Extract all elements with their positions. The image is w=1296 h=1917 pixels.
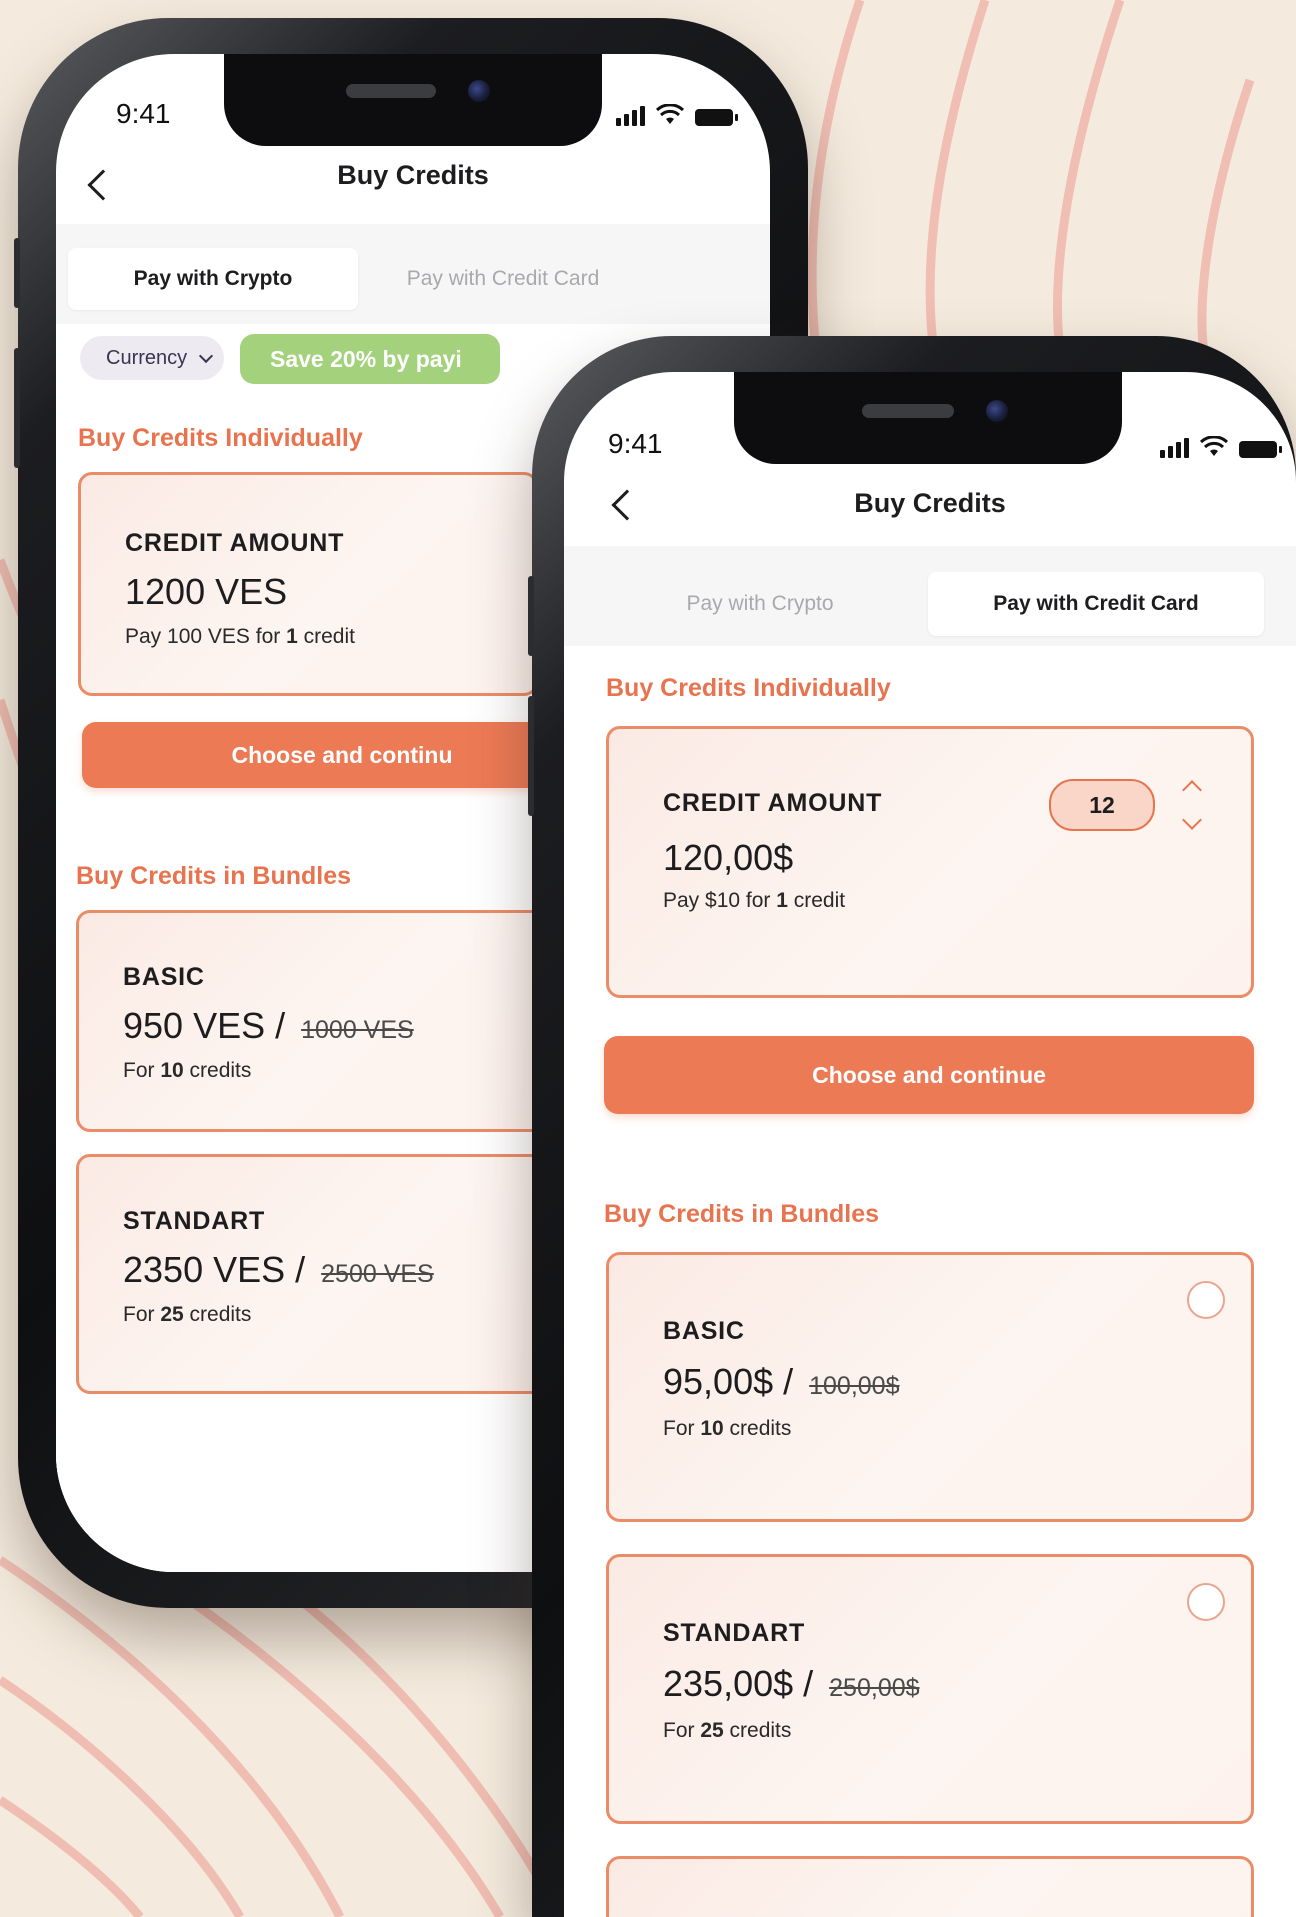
- status-icons: [616, 104, 738, 126]
- bundle-card-standart[interactable]: STANDART 235,00$/250,00$ For 25 credits: [606, 1554, 1254, 1824]
- side-button: [528, 576, 534, 656]
- payment-tabs: Pay with Crypto Pay with Credit Card: [68, 248, 648, 310]
- side-button: [14, 348, 20, 468]
- credit-amount-price: 120,00$: [663, 837, 794, 878]
- credit-rate: Pay $10 for 1 credit: [663, 889, 846, 912]
- choose-continue-button[interactable]: Choose and continu: [82, 722, 602, 788]
- bundle-price: 95,00$/100,00$: [663, 1361, 900, 1402]
- bundle-card-standart[interactable]: STANDART 2350 VES/2500 VES For 25 credit…: [76, 1154, 546, 1394]
- camera: [986, 400, 1008, 422]
- front-phone-screen: 9:41 Buy Credits Pay with Crypto Pay wit…: [564, 372, 1296, 1917]
- bundle-card-basic[interactable]: BASIC 95,00$/100,00$ For 10 credits: [606, 1252, 1254, 1522]
- section-title-bundles: Buy Credits in Bundles: [604, 1200, 880, 1228]
- chevron-up-icon[interactable]: [1182, 780, 1202, 800]
- tab-pay-credit-card[interactable]: Pay with Credit Card: [358, 248, 648, 310]
- quantity-stepper[interactable]: 12: [1049, 779, 1155, 831]
- bundle-name: BASIC: [123, 963, 205, 991]
- tab-pay-crypto[interactable]: Pay with Crypto: [68, 248, 358, 310]
- bundle-name: STANDART: [663, 1619, 806, 1647]
- speaker: [346, 84, 436, 98]
- payment-tabs: Pay with Crypto Pay with Credit Card: [592, 572, 1264, 636]
- bundle-radio[interactable]: [1187, 1281, 1225, 1319]
- speaker: [862, 404, 954, 418]
- section-title-individual: Buy Credits Individually: [606, 674, 891, 702]
- tab-pay-crypto[interactable]: Pay with Crypto: [592, 572, 928, 636]
- status-time: 9:41: [608, 428, 663, 459]
- status-icons: [1160, 436, 1282, 458]
- credit-amount-label: CREDIT AMOUNT: [125, 529, 345, 557]
- section-title-individual: Buy Credits Individually: [78, 424, 363, 452]
- notch: [224, 54, 602, 146]
- signal-icon: [616, 106, 645, 126]
- bundle-card-partial[interactable]: [606, 1856, 1254, 1917]
- bundle-radio[interactable]: [1187, 1583, 1225, 1621]
- page-title: Buy Credits: [854, 488, 1006, 518]
- bundle-price: 235,00$/250,00$: [663, 1663, 920, 1704]
- wifi-icon: [655, 104, 685, 124]
- bundle-price: 950 VES/1000 VES: [123, 1005, 414, 1046]
- page-title: Buy Credits: [337, 160, 489, 190]
- save-banner: Save 20% by payi: [240, 334, 500, 384]
- chevron-down-icon[interactable]: [1182, 810, 1202, 830]
- credit-amount-label: CREDIT AMOUNT: [663, 789, 883, 817]
- bundle-card-basic[interactable]: BASIC 950 VES/1000 VES For 10 credits: [76, 910, 546, 1132]
- credit-amount-card[interactable]: CREDIT AMOUNT 12 120,00$ Pay $10 for 1 c…: [606, 726, 1254, 998]
- front-phone: 9:41 Buy Credits Pay with Crypto Pay wit…: [528, 336, 1296, 1917]
- bundle-credits: For 10 credits: [123, 1059, 252, 1082]
- credit-amount-card[interactable]: CREDIT AMOUNT 1200 VES Pay 100 VES for 1…: [78, 472, 538, 696]
- choose-continue-button[interactable]: Choose and continue: [604, 1036, 1254, 1114]
- side-button: [14, 238, 20, 308]
- credit-amount-price: 1200 VES: [125, 571, 288, 612]
- status-time: 9:41: [116, 98, 171, 129]
- chevron-down-icon: [199, 348, 214, 363]
- bundle-credits: For 10 credits: [663, 1417, 792, 1440]
- wifi-icon: [1199, 436, 1229, 456]
- currency-label: Currency: [106, 346, 188, 369]
- tab-pay-credit-card[interactable]: Pay with Credit Card: [928, 572, 1264, 636]
- bundle-credits: For 25 credits: [123, 1303, 252, 1326]
- battery-icon: [1239, 441, 1282, 458]
- side-button: [528, 696, 534, 816]
- signal-icon: [1160, 438, 1189, 458]
- bundle-name: STANDART: [123, 1207, 266, 1235]
- credit-rate: Pay 100 VES for 1 credit: [125, 625, 355, 648]
- bundle-credits: For 25 credits: [663, 1719, 792, 1742]
- notch: [734, 372, 1122, 464]
- bundle-price: 2350 VES/2500 VES: [123, 1249, 434, 1290]
- currency-dropdown[interactable]: Currency: [80, 336, 224, 380]
- camera: [468, 80, 490, 102]
- battery-icon: [695, 109, 738, 126]
- section-title-bundles: Buy Credits in Bundles: [76, 862, 352, 890]
- bundle-name: BASIC: [663, 1317, 745, 1345]
